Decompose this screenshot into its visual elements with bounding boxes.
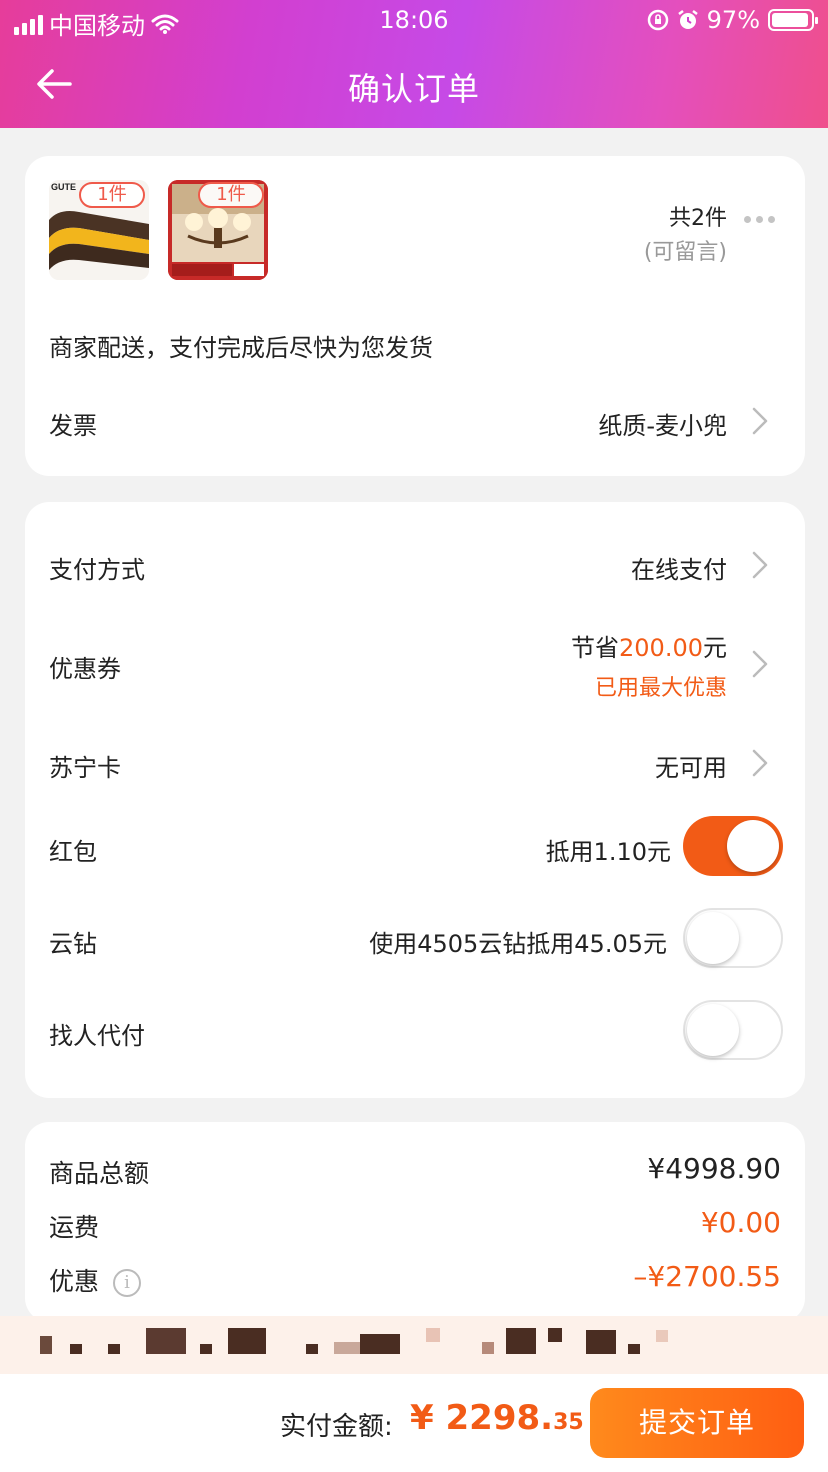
svg-text:GUTE: GUTE <box>51 182 76 192</box>
item-count: 共2件 <box>669 206 727 231</box>
page-title: 确认订单 <box>347 70 480 108</box>
product-thumbnail-chandelier[interactable]: 1件 <box>168 180 268 280</box>
coupon-save-amount: 200.00 <box>619 634 703 662</box>
suning-card-label: 苏宁卡 <box>49 754 121 782</box>
yunzuan-label: 云钻 <box>49 930 97 958</box>
amount-cents: 35 <box>553 1410 584 1435</box>
chevron-right-icon <box>752 551 768 579</box>
coupon-savings: 节省200.00元 <box>571 628 727 663</box>
discount-value: –¥2700.55 <box>633 1260 781 1293</box>
status-right: 97% <box>647 6 818 34</box>
qty-badge: 1件 <box>79 182 145 208</box>
alarm-icon <box>677 10 698 29</box>
amount-main: 2298. <box>445 1398 554 1438</box>
chevron-right-icon <box>752 650 768 678</box>
yunzuan-toggle[interactable] <box>683 908 783 968</box>
chevron-right-icon <box>752 407 768 435</box>
rotation-lock-icon <box>647 9 668 31</box>
goods-total-value: ¥4998.90 <box>647 1152 781 1185</box>
chevron-right-icon <box>752 749 768 777</box>
red-packet-toggle[interactable] <box>683 816 783 876</box>
goods-total-label: 商品总额 <box>49 1159 150 1188</box>
coupon-label: 优惠券 <box>49 655 121 683</box>
product-thumbnail-seal-strip[interactable]: GUTE 1件 <box>49 180 149 280</box>
invoice-label: 发票 <box>49 412 97 440</box>
coupon-note: 已用最大优惠 <box>594 676 727 701</box>
yunzuan-value: 使用4505云钻抵用45.05元 <box>369 930 667 958</box>
proxy-pay-label: 找人代付 <box>49 1022 145 1050</box>
payment-method-value: 在线支付 <box>631 556 727 584</box>
pay-amount-label: 实付金额: <box>280 1412 393 1442</box>
discount-label: 优惠 <box>49 1267 100 1296</box>
info-icon[interactable]: i <box>113 1269 142 1297</box>
payment-card: 支付方式 在线支付 优惠券 节省200.00元 已用最大优惠 苏宁卡 无可用 红… <box>25 502 805 1098</box>
shipping-value: ¥0.00 <box>700 1206 781 1239</box>
discount-label-row: 优惠 i <box>49 1262 142 1298</box>
header: 中国移动 18:06 97% 确认订单 <box>0 0 828 128</box>
order-items-card: GUTE 1件 1件 共2件 (可留言) 商家配送，支付完成后尽快为您发货 发票… <box>25 156 805 476</box>
qty-badge: 1件 <box>198 182 264 208</box>
coupon-save-suffix: 元 <box>703 634 727 662</box>
coupon-save-prefix: 节省 <box>571 634 620 662</box>
leave-message-hint[interactable]: (可留言) <box>644 234 727 266</box>
currency-symbol: ¥ <box>410 1398 434 1438</box>
price-summary-card: 商品总额 ¥4998.90 运费 ¥0.00 优惠 i –¥2700.55 <box>25 1122 805 1322</box>
bottom-bar: 实付金额: ¥ 2298.35 提交订单 <box>0 1374 828 1472</box>
red-packet-value: 抵用1.10元 <box>545 838 671 866</box>
pay-amount: ¥ 2298.35 <box>410 1398 584 1438</box>
invoice-value: 纸质-麦小兜 <box>598 412 727 440</box>
suning-card-value: 无可用 <box>655 754 727 782</box>
submit-order-button[interactable]: 提交订单 <box>590 1388 804 1458</box>
nav-bar: 确认订单 <box>0 56 828 112</box>
status-bar: 中国移动 18:06 97% <box>0 0 828 42</box>
battery-icon <box>768 9 818 31</box>
payment-method-label: 支付方式 <box>49 556 145 584</box>
battery-percent: 97% <box>706 6 760 34</box>
red-packet-label: 红包 <box>49 838 97 866</box>
delivery-note: 商家配送，支付完成后尽快为您发货 <box>49 334 433 362</box>
shipping-label: 运费 <box>49 1213 100 1242</box>
more-icon[interactable] <box>744 216 775 223</box>
obscured-banner <box>0 1316 828 1374</box>
proxy-pay-toggle[interactable] <box>683 1000 783 1060</box>
